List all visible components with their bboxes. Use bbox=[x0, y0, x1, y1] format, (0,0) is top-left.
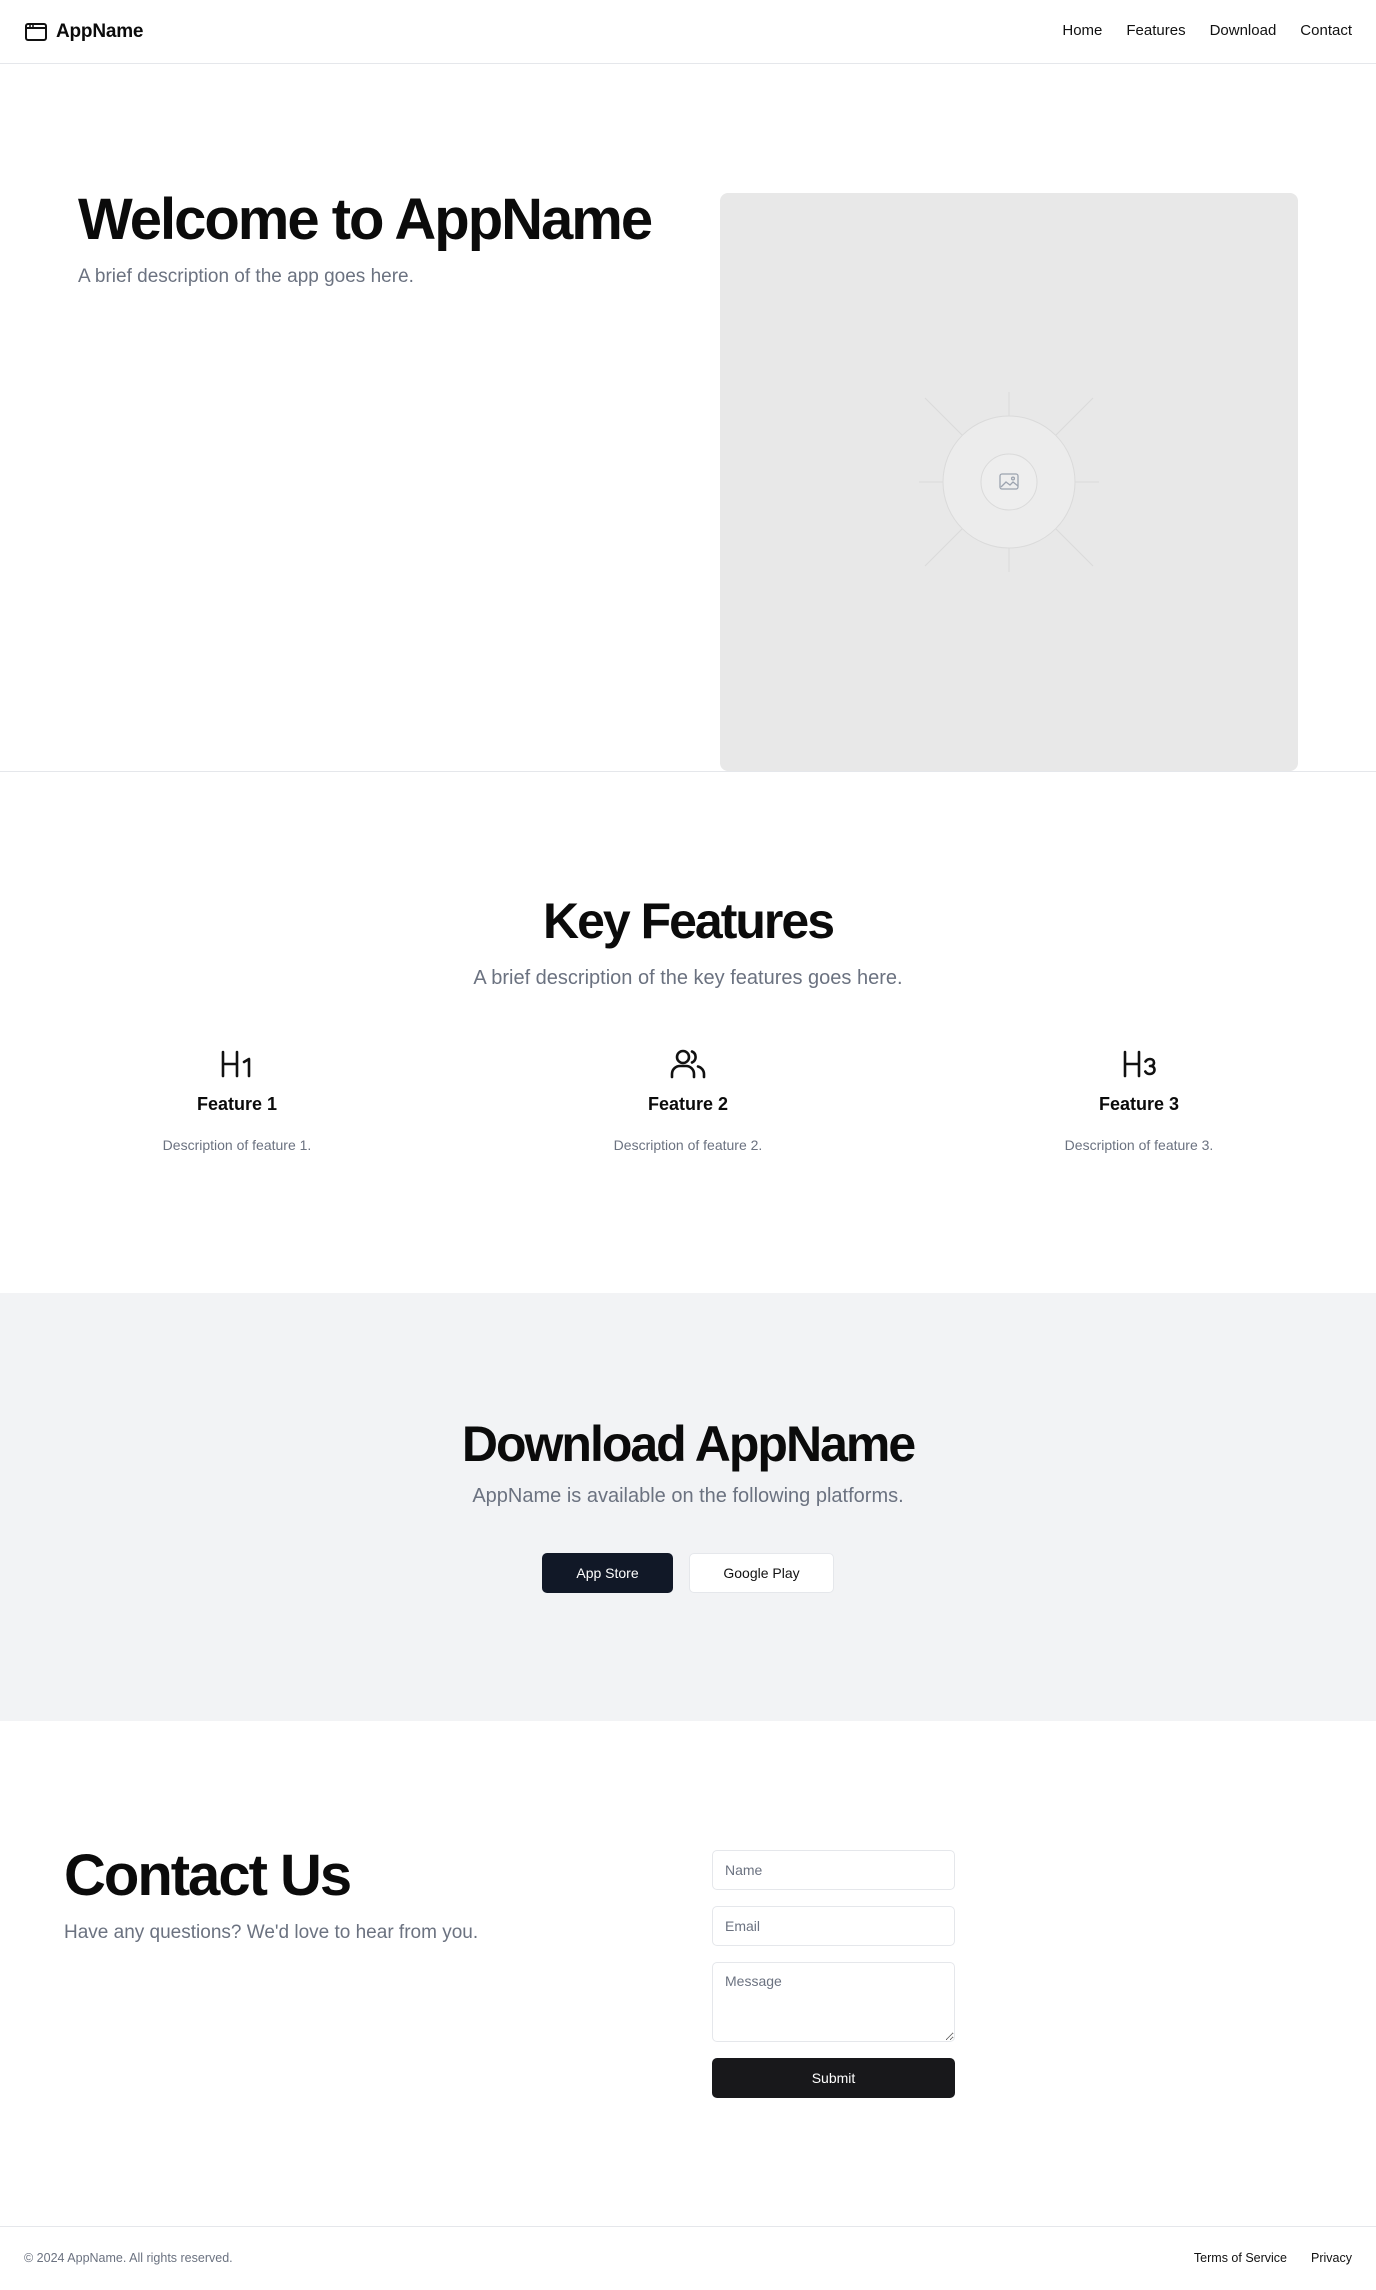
feature-card: Feature 2 Description of feature 2. bbox=[538, 1046, 838, 1153]
feature-title: Feature 3 bbox=[1098, 1094, 1180, 1114]
footer-nav: Terms of Service Privacy bbox=[1170, 2251, 1352, 2265]
feature-description: Description of feature 1. bbox=[162, 1137, 312, 1153]
hero-image bbox=[720, 193, 1298, 771]
feature-description: Description of feature 2. bbox=[613, 1137, 763, 1153]
users-icon bbox=[538, 1046, 838, 1082]
feature-card: Feature 1 Description of feature 1. bbox=[87, 1046, 387, 1153]
features-title: Key Features bbox=[542, 893, 835, 949]
nav-features[interactable]: Features bbox=[1126, 22, 1185, 39]
heading-3-icon bbox=[989, 1046, 1289, 1082]
site-footer: © 2024 AppName. All rights reserved. Ter… bbox=[0, 2226, 1376, 2290]
hero-description: A brief description of the app goes here… bbox=[78, 266, 414, 287]
contact-description: Have any questions? We'd love to hear fr… bbox=[64, 1922, 479, 1943]
browser-window-icon bbox=[25, 23, 47, 41]
privacy-link[interactable]: Privacy bbox=[1311, 2251, 1352, 2265]
contact-title: Contact Us bbox=[64, 1843, 352, 1908]
google-play-button[interactable]: Google Play bbox=[689, 1553, 834, 1593]
brand-link[interactable]: AppName bbox=[24, 20, 143, 44]
heading-1-icon bbox=[87, 1046, 387, 1082]
main-nav: Home Features Download Contact bbox=[1038, 22, 1352, 39]
brand-name: AppName bbox=[56, 21, 144, 42]
nav-download[interactable]: Download bbox=[1210, 22, 1277, 39]
image-placeholder-icon bbox=[919, 392, 1099, 572]
feature-description: Description of feature 3. bbox=[1064, 1137, 1214, 1153]
nav-contact[interactable]: Contact bbox=[1300, 22, 1352, 39]
download-section: Download AppName AppName is available on… bbox=[0, 1293, 1376, 1721]
nav-home[interactable]: Home bbox=[1062, 22, 1102, 39]
app-store-button[interactable]: App Store bbox=[542, 1553, 673, 1593]
feature-title: Feature 1 bbox=[196, 1094, 278, 1114]
message-field[interactable] bbox=[712, 1962, 955, 2042]
submit-button[interactable]: Submit bbox=[712, 2058, 955, 2098]
features-description: A brief description of the key features … bbox=[473, 967, 903, 989]
site-header: AppName Home Features Download Contact bbox=[0, 0, 1376, 64]
copyright-text: © 2024 AppName. All rights reserved. bbox=[24, 2251, 233, 2265]
download-title: Download AppName bbox=[461, 1416, 916, 1472]
hero-section: Welcome to AppName A brief description o… bbox=[0, 64, 1376, 772]
name-field[interactable] bbox=[712, 1850, 955, 1890]
feature-card: Feature 3 Description of feature 3. bbox=[989, 1046, 1289, 1153]
download-description: AppName is available on the following pl… bbox=[472, 1485, 904, 1507]
hero-title: Welcome to AppName bbox=[78, 187, 653, 252]
feature-title: Feature 2 bbox=[647, 1094, 729, 1114]
terms-link[interactable]: Terms of Service bbox=[1194, 2251, 1287, 2265]
email-field[interactable] bbox=[712, 1906, 955, 1946]
